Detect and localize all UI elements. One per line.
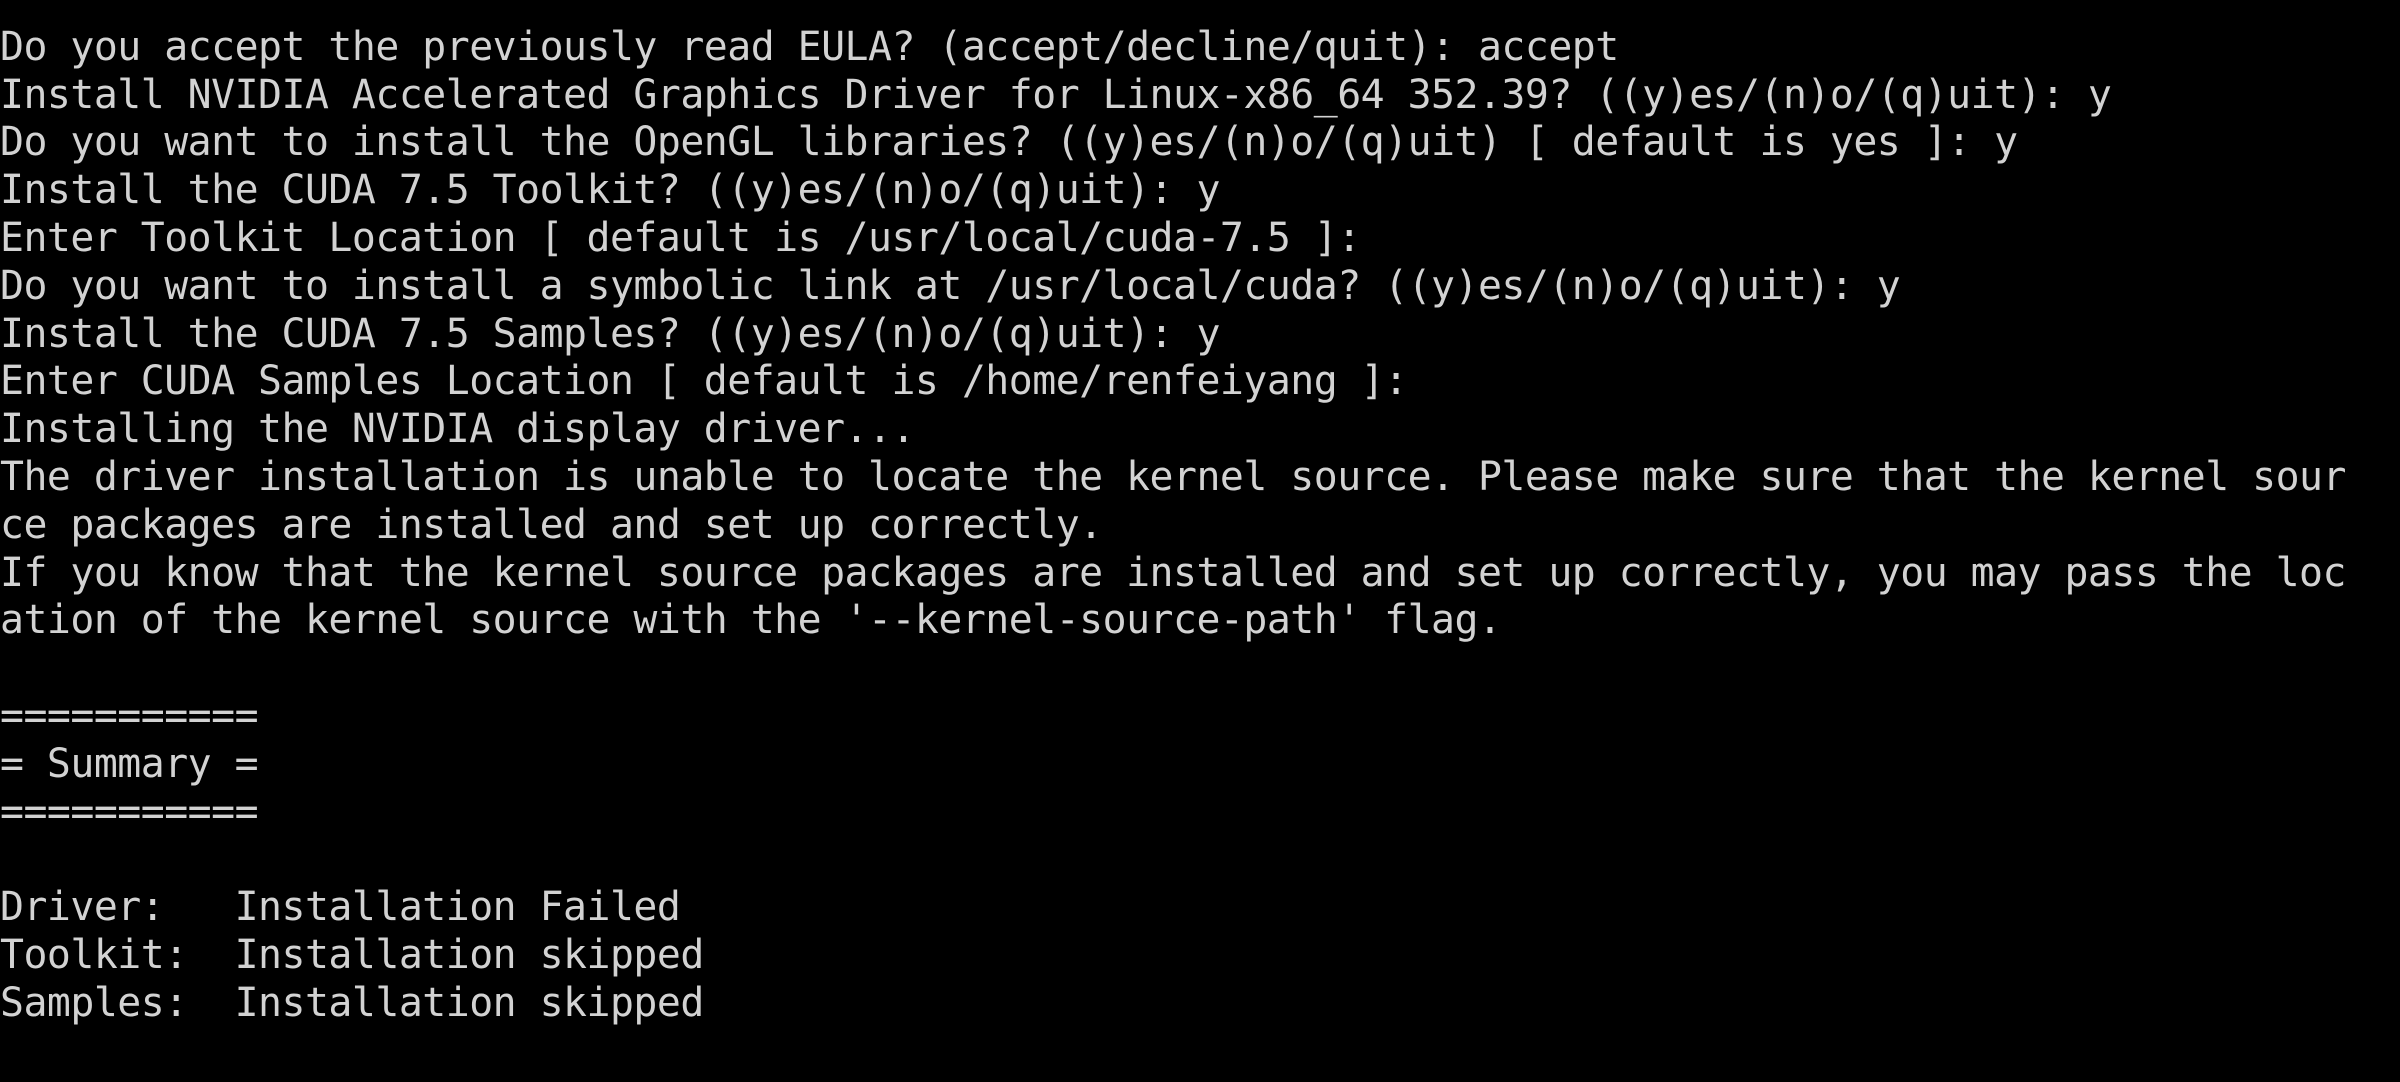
samples-install-prompt-line: Install the CUDA 7.5 Samples? ((y)es/(n)… — [0, 310, 1220, 357]
summary-samples-status: Samples: Installation skipped — [0, 979, 704, 1026]
samples-location-prompt-line: Enter CUDA Samples Location [ default is… — [0, 358, 1408, 405]
opengl-prompt-line: Do you want to install the OpenGL librar… — [0, 119, 2018, 166]
top-separator-rule: ----------------------------------------… — [0, 0, 2400, 24]
eula-prompt-line: Do you accept the previously read EULA? … — [0, 23, 1619, 70]
summary-rule-top: =========== — [0, 693, 259, 740]
symlink-prompt-line: Do you want to install a symbolic link a… — [0, 262, 1901, 309]
summary-toolkit-status: Toolkit: Installation skipped — [0, 932, 704, 979]
kernel-source-error-line-1: The driver installation is unable to loc… — [0, 454, 2346, 501]
toolkit-location-prompt-line: Enter Toolkit Location [ default is /usr… — [0, 215, 1361, 262]
terminal-window[interactable]: ----------------------------------------… — [0, 0, 2400, 1082]
summary-driver-status: Driver: Installation Failed — [0, 884, 681, 931]
installing-driver-line: Installing the NVIDIA display driver... — [0, 406, 915, 453]
terminal-output: ----------------------------------------… — [0, 0, 2400, 1028]
kernel-source-error-line-2: ce packages are installed and set up cor… — [0, 501, 1103, 548]
summary-rule-bottom: =========== — [0, 788, 259, 835]
toolkit-install-prompt-line: Install the CUDA 7.5 Toolkit? ((y)es/(n)… — [0, 167, 1220, 214]
kernel-source-hint-line-2: ation of the kernel source with the '--k… — [0, 597, 1502, 644]
summary-title: = Summary = — [0, 740, 259, 787]
driver-install-prompt-line: Install NVIDIA Accelerated Graphics Driv… — [0, 71, 2112, 118]
kernel-source-hint-line-1: If you know that the kernel source packa… — [0, 549, 2346, 596]
